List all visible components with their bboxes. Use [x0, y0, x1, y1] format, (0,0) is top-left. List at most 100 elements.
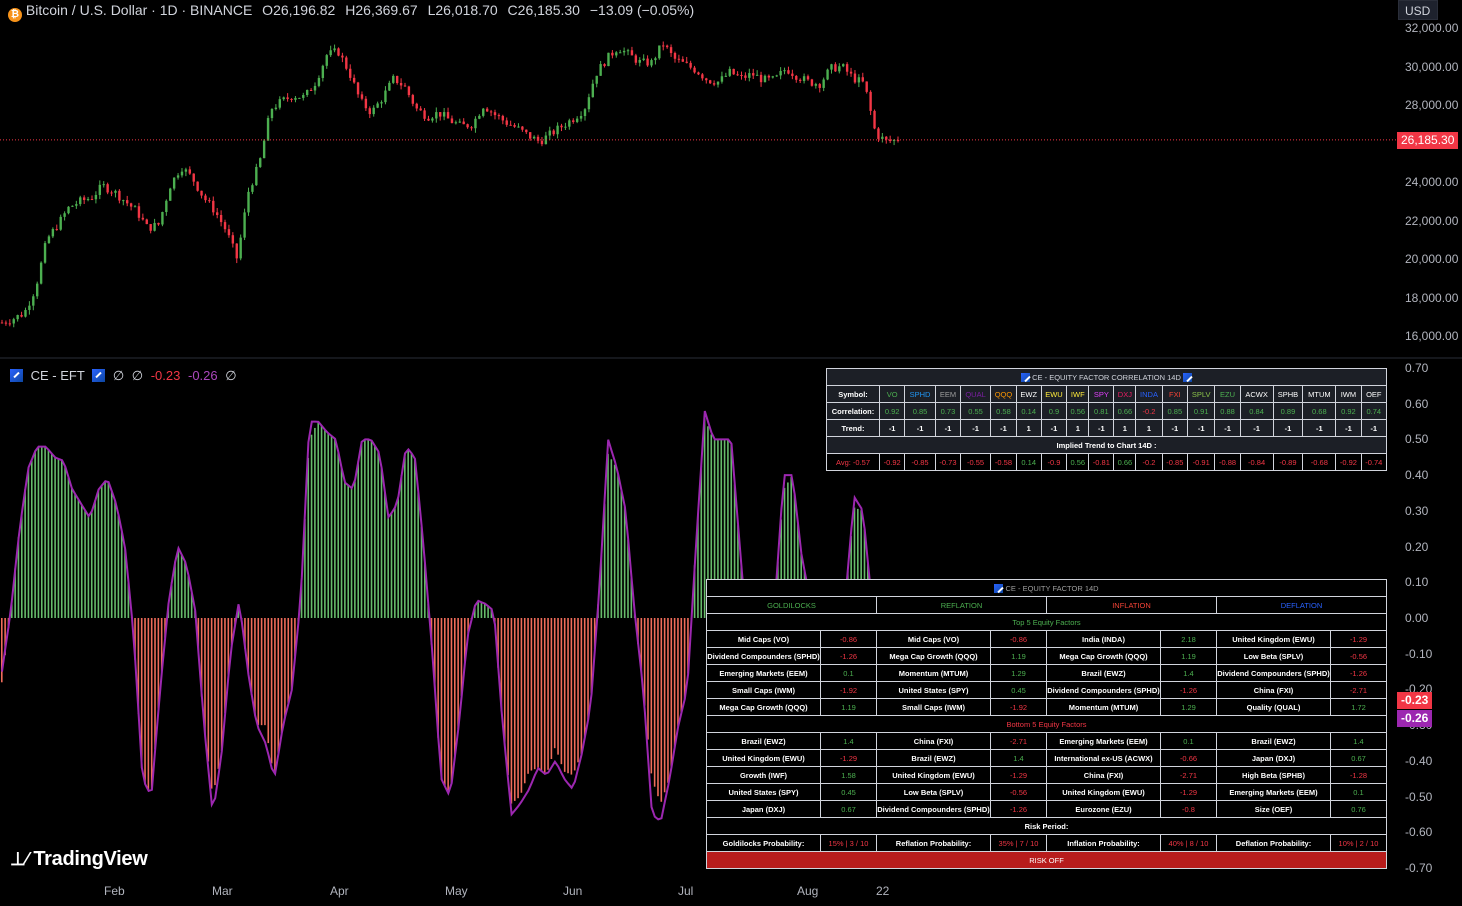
factor-row: United Kingdom (EWU) -1.29 Brazil (EWZ) 1.4…: [706, 749, 1387, 767]
histogram-bar: [47, 449, 50, 618]
candle-body: [321, 65, 325, 78]
factor-value: -0.8: [1160, 800, 1217, 818]
candle-body: [732, 68, 735, 75]
factor-name: Brazil (EWZ): [1046, 664, 1161, 682]
histogram-bar: [663, 618, 666, 793]
histogram-bar: [447, 618, 449, 794]
histogram-bar: [90, 511, 93, 618]
factor-name: United Kingdom (EWU): [1046, 783, 1161, 801]
factor-value: 2.18: [1160, 630, 1217, 648]
histogram-bar: [154, 618, 156, 750]
indicator-value-4: -0.26: [187, 368, 218, 383]
implied-label: Implied Trend to Chart 14D :: [826, 436, 1387, 454]
candle-body: [172, 177, 176, 189]
candle-body: [568, 120, 571, 127]
histogram-bar: [667, 618, 669, 783]
candle-body: [278, 99, 281, 108]
candle-body: [795, 75, 798, 80]
candle-body: [529, 132, 532, 139]
candle-body: [419, 108, 422, 111]
factor-value: 0.1: [820, 664, 877, 682]
factor-value: -1.26: [1160, 681, 1217, 699]
price-tick-label: 18,000.00: [1405, 290, 1459, 305]
factor-value: 1.19: [820, 698, 877, 716]
histogram-bar: [257, 618, 260, 726]
osc-tick-label: 0.10: [1405, 575, 1429, 590]
candle-body: [654, 58, 657, 61]
candle-body: [818, 84, 821, 88]
candle-body: [669, 47, 673, 54]
candle-body: [196, 181, 199, 191]
indicator-name[interactable]: CE - EFT: [31, 368, 85, 383]
candle-body: [208, 200, 211, 202]
histogram-bar: [287, 618, 290, 704]
factor-value: -2.71: [1160, 766, 1217, 784]
histogram-bar: [440, 618, 443, 780]
time-tick-label: Mar: [212, 884, 233, 898]
histogram-bar: [100, 485, 103, 618]
trend-cell: -1: [934, 419, 962, 437]
candle-body: [255, 166, 258, 186]
factor-value: -1.29: [1330, 630, 1387, 648]
candle-body: [599, 64, 602, 76]
histogram-bar: [397, 496, 399, 618]
histogram-bar: [364, 439, 366, 618]
trend-cell: -1: [990, 419, 1017, 437]
correlation-cell: 0.55: [960, 402, 992, 420]
candle-body: [885, 136, 888, 140]
indicator-legend[interactable]: CE - EFT ∅ ∅ -0.23 -0.26 ∅: [10, 368, 237, 384]
candle-body: [673, 53, 677, 59]
candle-body: [223, 222, 227, 230]
candle-body: [86, 199, 90, 201]
histogram-bar: [67, 477, 70, 618]
factor-value: 1.29: [990, 664, 1047, 682]
time-tick-label: May: [445, 884, 468, 898]
candle-body: [352, 77, 356, 83]
osc-red-tag: -0.23: [1397, 692, 1433, 710]
histogram-bar: [54, 457, 56, 618]
candle-body: [532, 136, 536, 139]
probability-value: 35% | 7 / 10: [990, 834, 1047, 852]
bottom-factors-label: Bottom 5 Equity Factors: [706, 715, 1387, 733]
candle-body: [842, 64, 845, 67]
factor-row: Mega Cap Growth (QQQ) 1.19 Small Caps (IWM…: [706, 698, 1387, 716]
candle-body: [869, 91, 872, 111]
trend-cell: -1: [960, 419, 992, 437]
candle-body: [564, 126, 567, 128]
candle-body: [525, 129, 528, 133]
candle-body: [611, 52, 614, 56]
currency-button[interactable]: USD: [1398, 0, 1438, 20]
candle-body: [814, 84, 818, 86]
candle-body: [4, 322, 8, 324]
candle-body: [372, 107, 375, 115]
osc-tick-label: 0.40: [1405, 468, 1429, 483]
candle-body: [329, 50, 332, 56]
histogram-bar: [27, 467, 30, 618]
factor-name: Emerging Markets (EEM): [1216, 783, 1331, 801]
tradingview-logo[interactable]: ⊥⁄ TradingView: [10, 848, 148, 871]
candle-body: [849, 71, 853, 74]
symbol-title[interactable]: Bitcoin / U.S. Dollar · 1D · BINANCE: [26, 2, 252, 18]
symbol-cell: ACWX: [1239, 385, 1274, 403]
histogram-bar: [354, 479, 356, 618]
factor-name: Dividend Compounders (SPHD): [706, 647, 821, 665]
candle-body: [129, 203, 133, 207]
candle-body: [388, 82, 391, 91]
regime-header: INFLATION: [1046, 596, 1217, 614]
candle-body: [247, 191, 250, 213]
histogram-bar: [327, 433, 330, 618]
candle-body: [411, 95, 415, 104]
histogram-bar: [617, 474, 619, 618]
factor-name: Small Caps (IWM): [706, 681, 821, 699]
histogram-bar: [653, 618, 656, 787]
probability-label: Deflation Probability:: [1216, 834, 1331, 852]
candle-body: [227, 229, 231, 236]
factor-value: 1.4: [1330, 732, 1387, 750]
candle-body: [8, 323, 12, 325]
factor-name: Brazil (EWZ): [706, 732, 821, 750]
factor-value: 0.1: [1330, 783, 1387, 801]
symbol-cell: SPLV: [1186, 385, 1216, 403]
candle-body: [349, 68, 352, 78]
tv-brand-text: TradingView: [33, 848, 148, 870]
histogram-bar: [274, 618, 276, 774]
